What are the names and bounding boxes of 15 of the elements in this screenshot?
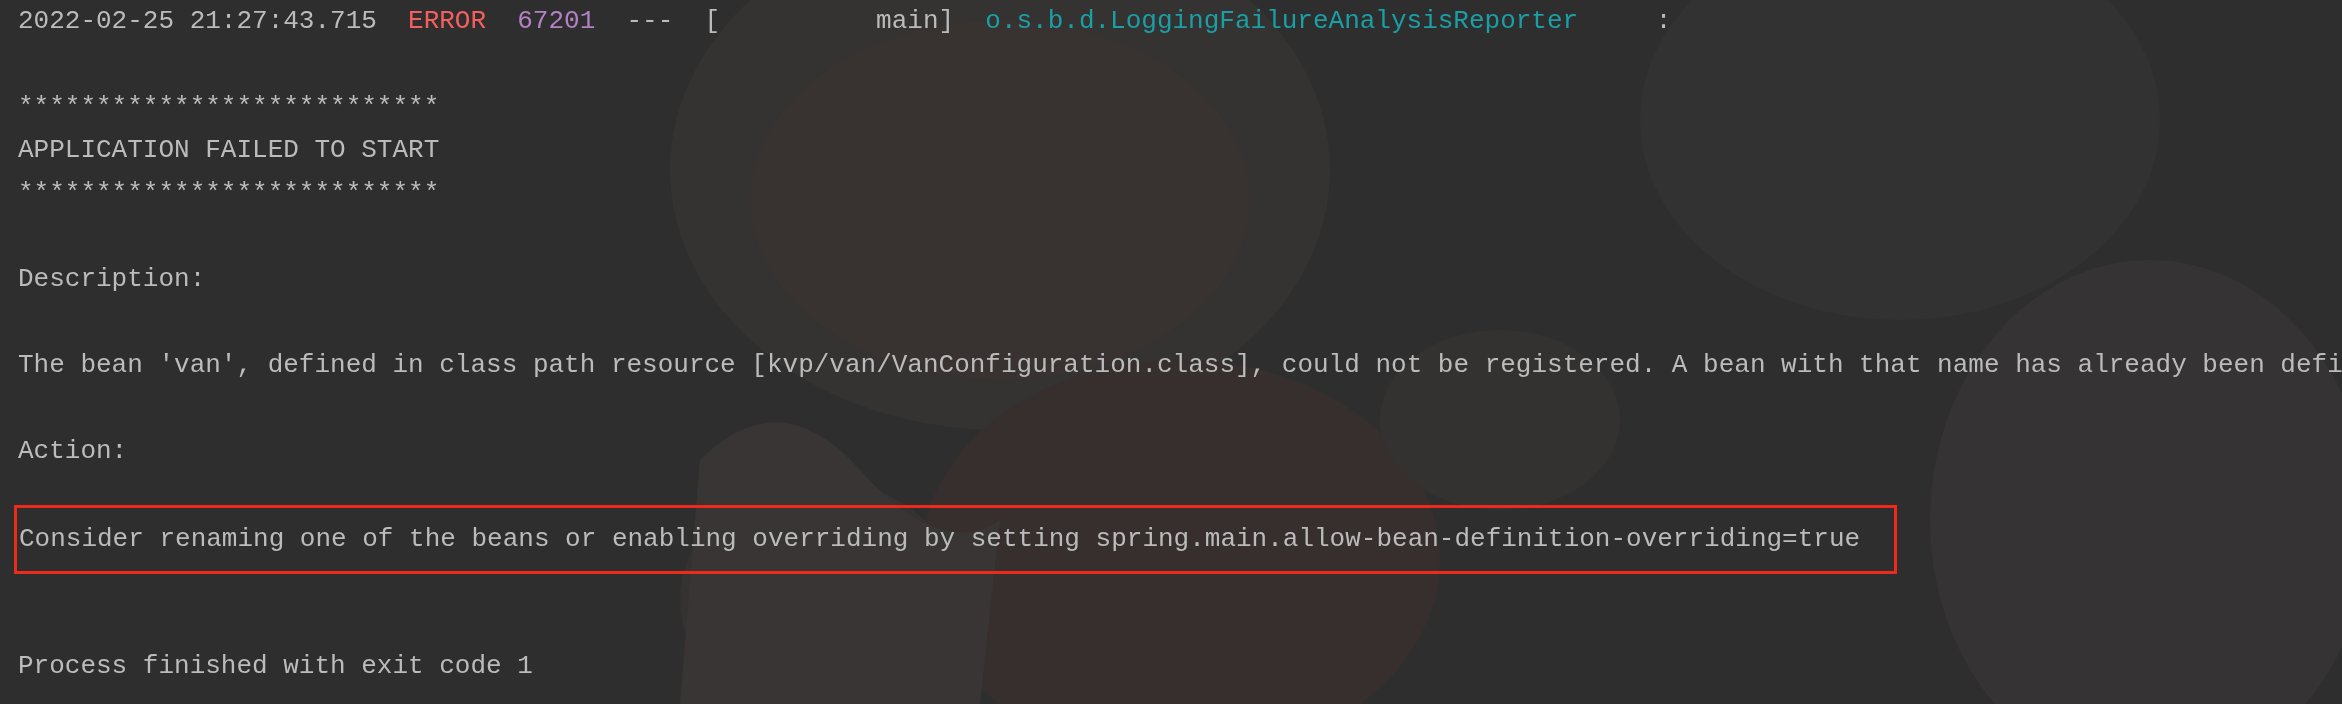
- console-text: Action:: [18, 436, 128, 466]
- logger-name: o.s.b.d.LoggingFailureAnalysisReporter: [985, 6, 1579, 36]
- timestamp: 2022-02-25 21:27:43.715: [18, 6, 377, 36]
- delimiter: :: [1655, 6, 1672, 36]
- console-text: Description:: [18, 264, 206, 294]
- console-text: APPLICATION FAILED TO START: [18, 135, 440, 165]
- console-text: The bean 'van', defined in class path resource [kvp/van/VanConfiguration.class], could not be registered. A bean with that name has already been defi: [18, 350, 2342, 380]
- log-level: ERROR: [408, 6, 487, 36]
- console-text: ***************************: [18, 178, 440, 208]
- thread-name: [ main]: [704, 6, 955, 36]
- separator: ---: [626, 6, 674, 36]
- console-text: Consider renaming one of the beans or enabling overriding by setting spring.main.allow-bean-definition-overriding=true: [19, 524, 1861, 554]
- process-id: 67201: [517, 6, 596, 36]
- console-text: Process finished with exit code 1: [18, 651, 533, 681]
- console-text: ***************************: [18, 92, 440, 122]
